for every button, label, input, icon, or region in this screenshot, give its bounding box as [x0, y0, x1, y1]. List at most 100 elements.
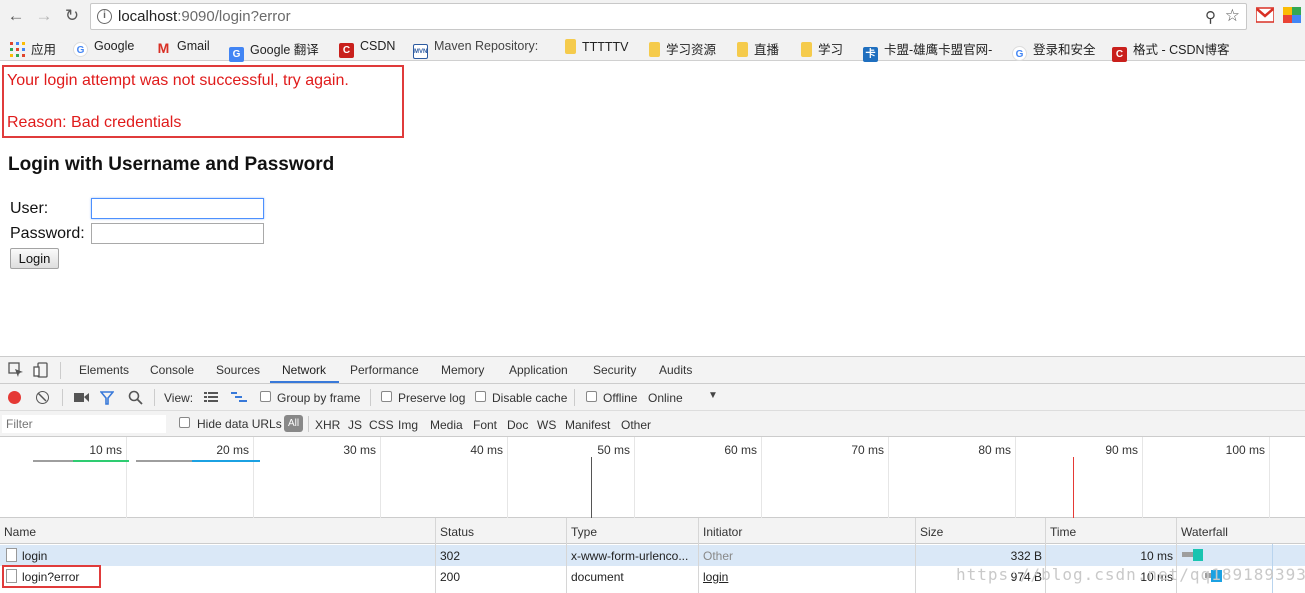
username-input[interactable] — [91, 198, 264, 219]
tab-console[interactable]: Console — [150, 363, 194, 377]
tab-network[interactable]: Network — [282, 363, 326, 377]
bookmark-gmail[interactable]: M Gmail — [156, 39, 210, 56]
column-header-waterfall[interactable]: Waterfall — [1181, 525, 1228, 539]
bookmark-google[interactable]: G Google — [73, 39, 134, 57]
column-header-name[interactable]: Name — [4, 525, 36, 539]
bookmark-kameng[interactable]: 卡卡盟-雄鹰卡盟官网- — [863, 39, 992, 62]
clear-icon[interactable] — [36, 391, 49, 404]
large-rows-icon[interactable] — [204, 392, 218, 406]
preserve-log-label: Preserve log — [398, 391, 466, 405]
filter-all-button[interactable]: All — [284, 415, 303, 432]
bookmark-csdn[interactable]: C CSDN — [339, 39, 396, 58]
column-divider[interactable] — [698, 518, 699, 593]
column-divider[interactable] — [435, 518, 436, 593]
devtools-tab-bar: Elements Console Sources Network Perform… — [0, 357, 1305, 384]
bookmark-label: CSDN — [360, 39, 396, 53]
hide-data-urls-label: Hide data URLs — [197, 417, 282, 431]
request-name[interactable]: login — [22, 549, 47, 563]
search-icon[interactable] — [128, 390, 143, 408]
device-toolbar-icon[interactable] — [33, 362, 49, 378]
column-header-status[interactable]: Status — [440, 525, 474, 539]
login-button[interactable]: Login — [10, 248, 59, 269]
column-divider[interactable] — [915, 518, 916, 593]
column-header-time[interactable]: Time — [1050, 525, 1076, 539]
offline-label: Offline — [603, 391, 638, 405]
bookmark-apps[interactable]: 应用 — [10, 39, 56, 57]
browser-toolbar: ← → ↻ i localhost:9090/login?error ⚲ ☆ — [0, 0, 1305, 33]
record-icon[interactable] — [8, 391, 21, 404]
filter-ws[interactable]: WS — [537, 418, 556, 432]
bookmark-star-icon[interactable]: ☆ — [1225, 6, 1240, 26]
overview-request-bar — [192, 460, 260, 462]
google-drive-extension-icon[interactable] — [1283, 7, 1301, 23]
capture-screenshots-icon[interactable] — [74, 392, 89, 406]
filter-manifest[interactable]: Manifest — [565, 418, 610, 432]
url-text[interactable]: localhost:9090/login?error — [118, 8, 291, 25]
filter-icon[interactable] — [99, 391, 115, 408]
folder-icon — [565, 39, 576, 54]
filter-other[interactable]: Other — [621, 418, 651, 432]
bookmark-folder-live[interactable]: 直播 — [737, 39, 779, 57]
filter-doc[interactable]: Doc — [507, 418, 528, 432]
inspect-element-icon[interactable] — [8, 362, 24, 378]
column-header-type[interactable]: Type — [571, 525, 597, 539]
column-divider[interactable] — [566, 518, 567, 593]
bookmark-csdn-blog[interactable]: C 格式 - CSDN博客 — [1112, 39, 1230, 62]
column-header-initiator[interactable]: Initiator — [703, 525, 742, 539]
bookmark-google-translate[interactable]: G Google 翻译 — [229, 39, 319, 62]
tab-application[interactable]: Application — [509, 363, 568, 377]
filter-bar: Hide data URLs All XHR JS CSS Img Media … — [0, 411, 1305, 437]
bookmarks-bar: 应用 G Google M Gmail G Google 翻译 C CSDN MVN Ma… — [0, 33, 1305, 62]
hide-data-urls-checkbox[interactable] — [179, 417, 190, 428]
bookmark-login-security[interactable]: G 登录和安全 — [1012, 39, 1096, 61]
network-toolbar: View: Group by frame Preserve log Disabl… — [0, 384, 1305, 411]
reload-icon[interactable]: ↻ — [61, 5, 83, 27]
throttling-select[interactable]: Online — [648, 391, 683, 405]
network-overview[interactable]: 10 ms 20 ms 30 ms 40 ms 50 ms 60 ms 70 m… — [0, 437, 1305, 518]
gmail-extension-icon[interactable] — [1255, 7, 1275, 23]
filter-input[interactable] — [2, 415, 166, 433]
filter-js[interactable]: JS — [348, 418, 362, 432]
filter-font[interactable]: Font — [473, 418, 497, 432]
filter-media[interactable]: Media — [430, 418, 463, 432]
waterfall-view-icon[interactable] — [231, 392, 247, 406]
disable-cache-checkbox[interactable] — [475, 391, 486, 402]
tick-label: 60 ms — [724, 443, 757, 457]
tab-elements[interactable]: Elements — [79, 363, 129, 377]
offline-checkbox[interactable] — [586, 391, 597, 402]
table-row[interactable]: login 302 x-www-form-urlenco... Other 33… — [0, 545, 1305, 566]
bookmark-maven[interactable]: MVN Maven Repository: — [413, 39, 538, 59]
divider — [370, 389, 371, 406]
back-arrow-icon[interactable]: ← — [5, 5, 27, 27]
bookmark-folder-ttttv[interactable]: TTTTTV — [565, 39, 629, 56]
tab-sources[interactable]: Sources — [216, 363, 260, 377]
bookmark-label: TTTTTV — [582, 40, 629, 54]
waterfall-stalled-bar — [1182, 552, 1193, 557]
tab-security[interactable]: Security — [593, 363, 636, 377]
folder-icon — [801, 42, 812, 57]
key-icon[interactable]: ⚲ — [1205, 8, 1216, 26]
tab-audits[interactable]: Audits — [659, 363, 692, 377]
tick-label: 10 ms — [89, 443, 122, 457]
address-bar[interactable]: i localhost:9090/login?error ⚲ ☆ — [90, 3, 1247, 30]
password-label: Password: — [10, 225, 85, 242]
group-by-frame-checkbox[interactable] — [260, 391, 271, 402]
password-input[interactable] — [91, 223, 264, 244]
filter-img[interactable]: Img — [398, 418, 418, 432]
bookmark-folder-study-resources[interactable]: 学习资源 — [649, 39, 717, 57]
request-initiator-link[interactable]: login — [703, 570, 728, 584]
column-header-size[interactable]: Size — [920, 525, 943, 539]
preserve-log-checkbox[interactable] — [381, 391, 392, 402]
page-title: Login with Username and Password — [8, 154, 335, 175]
grid-line — [634, 437, 635, 518]
filter-css[interactable]: CSS — [369, 418, 394, 432]
info-icon[interactable]: i — [97, 9, 112, 24]
tab-memory[interactable]: Memory — [441, 363, 484, 377]
forward-arrow-icon[interactable]: → — [33, 5, 55, 27]
bookmark-label: 学习资源 — [666, 43, 717, 57]
bookmark-folder-study[interactable]: 学习 — [801, 39, 843, 57]
filter-xhr[interactable]: XHR — [315, 418, 340, 432]
overview-request-bar — [73, 460, 129, 462]
tab-performance[interactable]: Performance — [350, 363, 419, 377]
chevron-down-icon[interactable]: ▼ — [708, 390, 718, 401]
